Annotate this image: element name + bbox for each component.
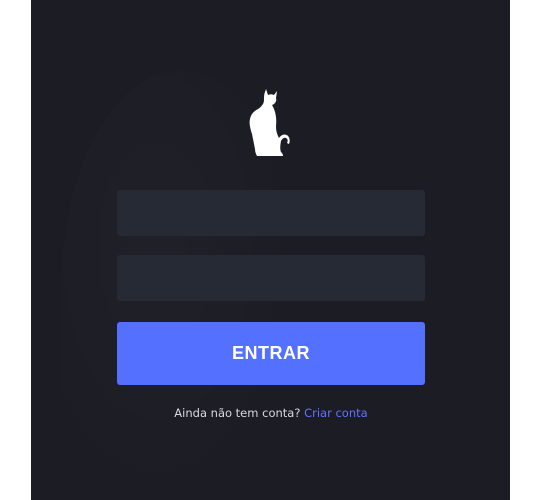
username-field[interactable] xyxy=(117,190,425,236)
login-panel: ENTRAR Ainda não tem conta? Criar conta xyxy=(31,0,510,500)
signup-prompt: Ainda não tem conta? Criar conta xyxy=(117,406,425,420)
signup-link[interactable]: Criar conta xyxy=(304,406,368,420)
cat-silhouette-icon xyxy=(249,89,290,156)
submit-button[interactable]: ENTRAR xyxy=(117,322,425,385)
password-field[interactable] xyxy=(117,255,425,301)
signup-text: Ainda não tem conta? xyxy=(174,406,301,420)
